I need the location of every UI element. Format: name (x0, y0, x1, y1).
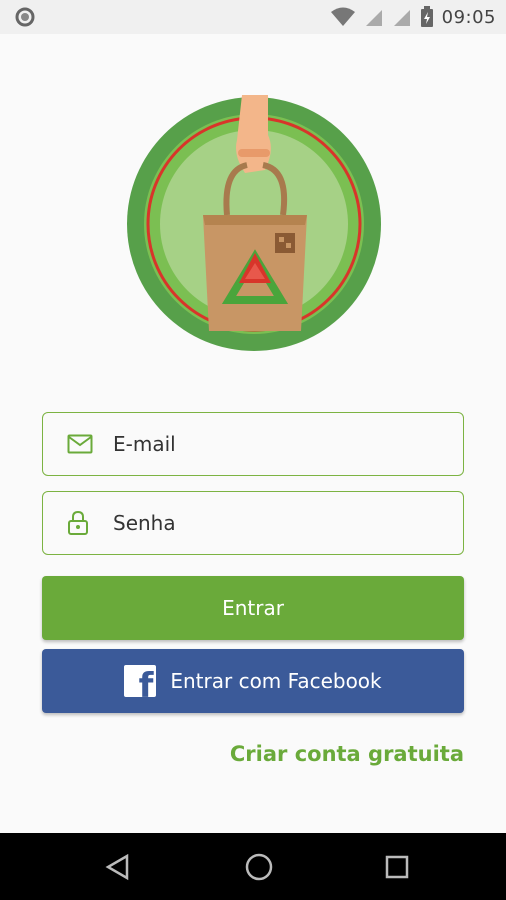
battery-icon (420, 6, 433, 27)
signal-icon (365, 10, 382, 26)
recents-square-icon[interactable] (381, 851, 413, 883)
app-logo (127, 95, 381, 351)
email-field[interactable]: E-mail (42, 412, 464, 476)
back-triangle-icon[interactable] (103, 851, 135, 883)
login-button[interactable]: Entrar (42, 576, 464, 640)
password-placeholder: Senha (113, 511, 176, 535)
password-field[interactable]: Senha (42, 491, 464, 555)
wifi-icon (330, 7, 355, 26)
signal-icon-2 (393, 10, 410, 26)
lock-icon (67, 510, 89, 536)
navigation-bar (0, 833, 506, 900)
create-account-link[interactable]: Criar conta gratuita (230, 742, 464, 766)
facebook-button-label: Entrar com Facebook (170, 669, 382, 693)
clock: 09:05 (441, 6, 496, 28)
login-button-label: Entrar (222, 596, 284, 620)
facebook-login-button[interactable]: f Entrar com Facebook (42, 649, 464, 713)
email-placeholder: E-mail (113, 432, 176, 456)
envelope-icon (67, 434, 93, 454)
notification-icon (15, 7, 35, 27)
facebook-logo-icon: f (124, 665, 157, 697)
home-circle-icon[interactable] (243, 851, 275, 883)
status-bar: 09:05 (0, 0, 506, 34)
